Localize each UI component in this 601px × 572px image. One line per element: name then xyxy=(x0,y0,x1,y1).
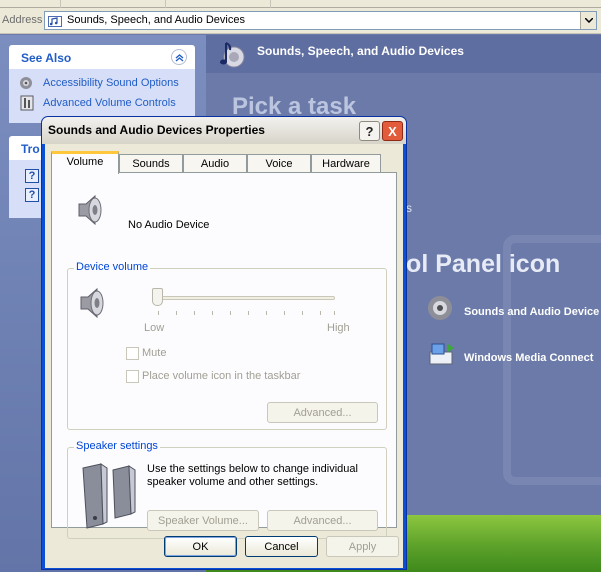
device-volume-label: Device volume xyxy=(74,261,151,273)
see-also-link-volume-controls[interactable]: Advanced Volume Controls xyxy=(19,93,195,113)
see-also-title: See Also xyxy=(21,51,72,65)
speaker-icon xyxy=(428,296,452,320)
mute-label: Mute xyxy=(142,347,167,359)
speaker-volume-button[interactable]: Speaker Volume... xyxy=(147,510,259,531)
sound-properties-dialog: Sounds and Audio Devices Properties ? X … xyxy=(41,116,407,570)
help-icon[interactable]: ? xyxy=(25,188,39,202)
apply-button[interactable]: Apply xyxy=(326,536,399,557)
toolbar-separator xyxy=(165,0,166,8)
slider-tick xyxy=(158,311,159,315)
category-title: Sounds, Speech, and Audio Devices xyxy=(257,44,464,58)
tab-voice[interactable]: Voice xyxy=(247,154,311,173)
category-header: Sounds, Speech, and Audio Devices xyxy=(206,35,601,73)
slider-tick xyxy=(230,311,231,315)
tab-audio[interactable]: Audio xyxy=(183,154,247,173)
device-name: No Audio Device xyxy=(128,219,210,231)
mute-checkbox[interactable] xyxy=(126,347,139,360)
address-bar: Address Sounds, Speech, and Audio Device… xyxy=(0,8,601,34)
slider-tick xyxy=(266,311,267,315)
control-panel-icon-heading: trol Panel icon xyxy=(388,250,561,278)
see-also-link-accessibility[interactable]: Accessibility Sound Options xyxy=(19,73,195,93)
slider-low-label: Low xyxy=(144,322,165,334)
volume-advanced-button[interactable]: Advanced... xyxy=(267,402,378,423)
toolbar-separator xyxy=(270,0,271,8)
link-label: Advanced Volume Controls xyxy=(43,97,176,109)
address-dropdown-button[interactable] xyxy=(580,12,596,29)
see-also-body: Accessibility Sound Options Advanced Vol… xyxy=(9,69,195,123)
dialog-title: Sounds and Audio Devices Properties xyxy=(48,123,265,137)
speaker-settings-label: Speaker settings xyxy=(74,440,160,452)
speaker-icon xyxy=(78,194,102,226)
slider-high-label: High xyxy=(327,322,350,334)
folder-sound-icon xyxy=(48,16,62,27)
troubleshooters-title: Tro xyxy=(21,142,40,156)
close-button[interactable]: X xyxy=(382,121,403,141)
address-input[interactable]: Sounds, Speech, and Audio Devices xyxy=(44,11,597,30)
ok-button[interactable]: OK xyxy=(164,536,237,557)
slider-tick xyxy=(194,311,195,315)
toolbar-separator xyxy=(60,0,61,8)
see-also-panel: See Also Accessibility Sound Options Adv… xyxy=(9,45,195,123)
slider-tick xyxy=(176,311,177,315)
slider-tick xyxy=(302,311,303,315)
cancel-button[interactable]: Cancel xyxy=(245,536,318,557)
speaker-icon xyxy=(80,287,104,319)
see-also-header[interactable]: See Also xyxy=(9,45,195,69)
speaker-settings-description: Use the settings below to change individ… xyxy=(147,463,358,488)
collapse-icon xyxy=(175,53,183,62)
slider-track xyxy=(155,296,335,300)
slider-tick xyxy=(334,311,335,315)
collapse-button[interactable] xyxy=(171,49,187,65)
tab-hardware[interactable]: Hardware xyxy=(311,154,381,173)
speaker-advanced-button[interactable]: Advanced... xyxy=(267,510,378,531)
slider-thumb[interactable] xyxy=(152,288,163,306)
slider-tick xyxy=(320,311,321,315)
tab-sounds[interactable]: Sounds xyxy=(119,154,183,173)
tray-icon-label: Place volume icon in the taskbar xyxy=(142,370,301,382)
speaker-icon xyxy=(20,77,32,89)
chevron-down-icon xyxy=(584,18,593,23)
dialog-titlebar[interactable]: Sounds and Audio Devices Properties ? X xyxy=(42,117,406,144)
dialog-client: Volume Sounds Audio Voice Hardware No Au… xyxy=(45,144,403,568)
cp-item-label: Sounds and Audio Device xyxy=(464,306,600,318)
address-value: Sounds, Speech, and Audio Devices xyxy=(67,14,245,26)
speakers-icon xyxy=(82,463,136,529)
tab-volume[interactable]: Volume xyxy=(51,151,119,174)
help-icon[interactable]: ? xyxy=(25,169,39,183)
sound-category-icon xyxy=(220,42,245,68)
help-button[interactable]: ? xyxy=(359,121,380,141)
slider-tick xyxy=(212,311,213,315)
device-volume-group: Device volume Low High Mute Place volume… xyxy=(67,261,387,430)
tray-icon-checkbox[interactable] xyxy=(126,370,139,383)
link-label: Accessibility Sound Options xyxy=(43,77,179,89)
speaker-settings-group: Speaker settings Use the settings below … xyxy=(67,440,387,539)
volume-tab-panel: No Audio Device Device volume Low High M… xyxy=(51,172,397,539)
slider-tick xyxy=(248,311,249,315)
address-label: Address xyxy=(2,14,43,26)
slider-tick xyxy=(284,311,285,315)
cp-item-label: Windows Media Connect xyxy=(464,352,594,364)
volume-control-icon xyxy=(20,95,34,111)
toolbar-strip xyxy=(0,0,601,8)
network-media-icon xyxy=(429,343,454,365)
